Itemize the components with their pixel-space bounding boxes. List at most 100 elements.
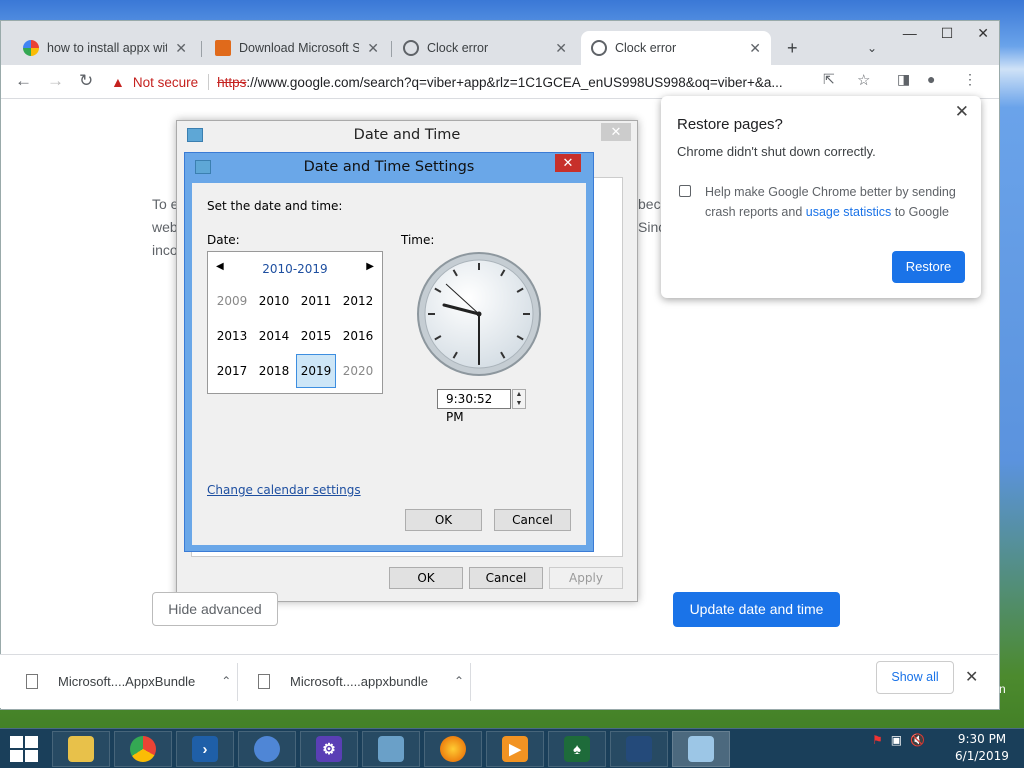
time-spinner[interactable]: ▲ ▼ [512, 389, 526, 409]
year-cell[interactable]: 2012 [338, 284, 378, 318]
file-explorer-button[interactable] [52, 731, 110, 767]
close-icon[interactable]: ✕ [749, 40, 761, 57]
tab-strip: how to install appx with ✕ Download Micr… [1, 21, 999, 65]
ok-button[interactable]: OK [389, 567, 463, 589]
date-time-settings-dialog: Date and Time Settings ✕ Set the date an… [184, 152, 594, 552]
calendar-range[interactable]: 2010-2019 [208, 262, 382, 276]
close-icon[interactable]: ✕ [965, 667, 978, 687]
menu-dots-icon[interactable]: ⋮ [963, 71, 977, 88]
close-icon[interactable]: ✕ [555, 40, 567, 57]
firefox-button[interactable] [424, 731, 482, 767]
new-tab-button[interactable]: + [777, 31, 807, 65]
play-icon: ▶ [502, 736, 528, 762]
year-cell[interactable]: 2015 [296, 319, 336, 353]
terminal-icon: › [192, 736, 218, 762]
security-label: Not secure [132, 74, 199, 90]
cancel-button[interactable]: Cancel [494, 509, 571, 531]
chevron-up-icon[interactable]: ⌃ [221, 674, 231, 688]
restore-button[interactable]: Restore [892, 251, 965, 283]
next-arrow-icon[interactable]: ▶ [366, 261, 374, 272]
tab-how-to-install[interactable]: how to install appx with ✕ [13, 31, 197, 65]
volume-muted-icon[interactable]: 🔇 [910, 733, 925, 747]
remote-desktop-button[interactable] [610, 731, 668, 767]
date-time-taskbar-button[interactable] [672, 731, 730, 767]
download-item[interactable]: Microsoft....AppxBundle ⌃ [26, 655, 231, 707]
usage-statistics-link[interactable]: usage statistics [806, 205, 891, 219]
tab-clock-error-1[interactable]: Clock error ✕ [393, 31, 577, 65]
solitaire-button[interactable]: ♠ [548, 731, 606, 767]
change-calendar-link[interactable]: Change calendar settings [207, 483, 361, 497]
toolbar: ← → ↻ ▲ Not secure https ://www.google.c… [1, 65, 999, 99]
settings-button[interactable]: ⚙ [300, 731, 358, 767]
url-text: ://www.google.com/search?q=viber+app&rlz… [246, 74, 783, 90]
body-fragment: web [152, 219, 178, 235]
year-cell[interactable]: 2016 [338, 319, 378, 353]
media-player-button[interactable]: ▶ [486, 731, 544, 767]
year-cell[interactable]: 2013 [212, 319, 252, 353]
year-cell[interactable]: 2018 [254, 354, 294, 388]
close-icon[interactable]: ✕ [555, 154, 581, 172]
side-panel-icon[interactable]: ◨ [897, 71, 910, 88]
close-icon[interactable]: ✕ [175, 40, 187, 57]
control-panel-button[interactable] [362, 731, 420, 767]
minimize-icon[interactable]: — [903, 25, 917, 42]
tab-label: Clock error [615, 41, 677, 55]
show-all-button[interactable]: Show all [876, 661, 954, 694]
address-bar[interactable]: ▲ Not secure https ://www.google.com/sea… [111, 68, 853, 96]
apply-button[interactable]: Apply [549, 567, 623, 589]
google-icon [23, 40, 39, 56]
chrome-taskbar-button[interactable] [114, 731, 172, 767]
file-icon [26, 673, 38, 689]
tab-clock-error-2[interactable]: Clock error ✕ [581, 31, 771, 65]
warning-icon: ▲ [111, 74, 125, 90]
update-date-time-button[interactable]: Update date and time [673, 592, 840, 627]
tab-label: how to install appx with [47, 41, 167, 55]
flag-icon[interactable]: ⚑ [872, 733, 883, 747]
remote-icon [626, 736, 652, 762]
taskbar: › ⚙ ▶ ♠ [0, 728, 1024, 768]
reload-icon[interactable]: ↻ [79, 71, 93, 91]
globe-icon [403, 40, 419, 56]
close-icon[interactable]: ✕ [367, 40, 379, 57]
chromium-button[interactable] [238, 731, 296, 767]
time-input[interactable]: 9:30:52 PM [437, 389, 511, 424]
popup-subtitle: Chrome didn't shut down correctly. [677, 144, 876, 159]
tab-download-microsoft[interactable]: Download Microsoft Su ✕ [205, 31, 389, 65]
back-icon[interactable]: ← [15, 71, 32, 91]
chevron-up-icon[interactable]: ⌃ [454, 674, 464, 688]
cancel-button[interactable]: Cancel [469, 567, 543, 589]
year-cell[interactable]: 2020 [338, 354, 378, 388]
date-label: Date: [207, 233, 240, 247]
crash-report-checkbox[interactable] [679, 185, 691, 197]
year-cell[interactable]: 2017 [212, 354, 252, 388]
globe-icon [591, 40, 607, 56]
profile-icon[interactable]: ● [927, 71, 935, 87]
powershell-button[interactable]: › [176, 731, 234, 767]
start-button[interactable] [10, 736, 38, 762]
year-cell[interactable]: 2009 [212, 284, 252, 318]
share-icon[interactable]: ⇱ [823, 71, 835, 88]
taskbar-clock[interactable]: 9:30 PM 6/1/2019 [952, 731, 1012, 765]
close-icon[interactable]: ✕ [955, 102, 969, 122]
network-icon[interactable]: ▣ [891, 733, 902, 747]
year-cell-selected[interactable]: 2019 [296, 354, 336, 388]
year-cell[interactable]: 2011 [296, 284, 336, 318]
forward-icon[interactable]: → [47, 71, 64, 91]
download-filename: Microsoft.....appxbundle [290, 673, 429, 689]
time-label: Time: [401, 233, 435, 247]
download-item[interactable]: Microsoft.....appxbundle ⌃ [258, 655, 464, 707]
hide-advanced-button[interactable]: Hide advanced [152, 592, 278, 626]
dialog-title: Date and Time [353, 127, 461, 143]
file-icon [258, 673, 270, 689]
year-cell[interactable]: 2014 [254, 319, 294, 353]
prompt-label: Set the date and time: [207, 199, 343, 213]
maximize-icon[interactable]: ☐ [941, 25, 954, 42]
help-text: Help make Google Chrome better by sendin… [705, 182, 965, 222]
close-icon[interactable]: ✕ [977, 25, 989, 42]
ok-button[interactable]: OK [405, 509, 482, 531]
close-icon[interactable]: ✕ [601, 123, 631, 141]
bookmark-star-icon[interactable]: ☆ [857, 71, 870, 89]
cards-icon: ♠ [564, 736, 590, 762]
year-cell[interactable]: 2010 [254, 284, 294, 318]
tab-search-icon[interactable]: ⌄ [857, 31, 887, 65]
